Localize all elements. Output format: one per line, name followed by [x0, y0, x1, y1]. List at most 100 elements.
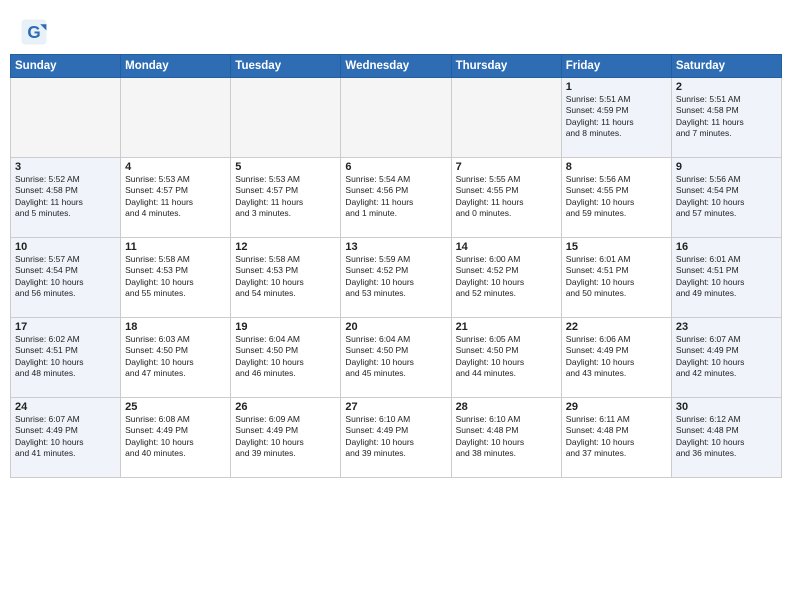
day-number: 22 — [566, 321, 667, 333]
calendar-table: SundayMondayTuesdayWednesdayThursdayFrid… — [10, 54, 782, 478]
day-number: 5 — [235, 161, 336, 173]
weekday-header-thursday: Thursday — [451, 55, 561, 78]
day-info: Sunrise: 5:54 AM Sunset: 4:56 PM Dayligh… — [345, 174, 446, 220]
calendar-cell: 18Sunrise: 6:03 AM Sunset: 4:50 PM Dayli… — [121, 318, 231, 398]
day-info: Sunrise: 6:05 AM Sunset: 4:50 PM Dayligh… — [456, 334, 557, 380]
calendar-cell — [451, 78, 561, 158]
calendar-cell: 20Sunrise: 6:04 AM Sunset: 4:50 PM Dayli… — [341, 318, 451, 398]
calendar-cell: 9Sunrise: 5:56 AM Sunset: 4:54 PM Daylig… — [671, 158, 781, 238]
day-info: Sunrise: 6:01 AM Sunset: 4:51 PM Dayligh… — [676, 254, 777, 300]
calendar-cell: 21Sunrise: 6:05 AM Sunset: 4:50 PM Dayli… — [451, 318, 561, 398]
day-info: Sunrise: 6:00 AM Sunset: 4:52 PM Dayligh… — [456, 254, 557, 300]
calendar-cell: 5Sunrise: 5:53 AM Sunset: 4:57 PM Daylig… — [231, 158, 341, 238]
calendar-cell: 15Sunrise: 6:01 AM Sunset: 4:51 PM Dayli… — [561, 238, 671, 318]
day-info: Sunrise: 5:58 AM Sunset: 4:53 PM Dayligh… — [235, 254, 336, 300]
day-number: 12 — [235, 241, 336, 253]
day-info: Sunrise: 5:52 AM Sunset: 4:58 PM Dayligh… — [15, 174, 116, 220]
calendar-cell: 13Sunrise: 5:59 AM Sunset: 4:52 PM Dayli… — [341, 238, 451, 318]
day-number: 13 — [345, 241, 446, 253]
day-number: 1 — [566, 81, 667, 93]
day-number: 30 — [676, 401, 777, 413]
weekday-header-saturday: Saturday — [671, 55, 781, 78]
day-number: 2 — [676, 81, 777, 93]
svg-text:G: G — [27, 23, 40, 42]
calendar-cell: 26Sunrise: 6:09 AM Sunset: 4:49 PM Dayli… — [231, 398, 341, 478]
day-number: 15 — [566, 241, 667, 253]
calendar-cell: 16Sunrise: 6:01 AM Sunset: 4:51 PM Dayli… — [671, 238, 781, 318]
day-number: 7 — [456, 161, 557, 173]
calendar-cell: 14Sunrise: 6:00 AM Sunset: 4:52 PM Dayli… — [451, 238, 561, 318]
calendar-cell: 10Sunrise: 5:57 AM Sunset: 4:54 PM Dayli… — [11, 238, 121, 318]
day-info: Sunrise: 6:12 AM Sunset: 4:48 PM Dayligh… — [676, 414, 777, 460]
page-header: G — [0, 0, 792, 54]
day-info: Sunrise: 6:04 AM Sunset: 4:50 PM Dayligh… — [235, 334, 336, 380]
calendar-cell: 6Sunrise: 5:54 AM Sunset: 4:56 PM Daylig… — [341, 158, 451, 238]
calendar-wrapper: SundayMondayTuesdayWednesdayThursdayFrid… — [0, 54, 792, 484]
calendar-cell: 30Sunrise: 6:12 AM Sunset: 4:48 PM Dayli… — [671, 398, 781, 478]
calendar-cell: 23Sunrise: 6:07 AM Sunset: 4:49 PM Dayli… — [671, 318, 781, 398]
calendar-cell: 28Sunrise: 6:10 AM Sunset: 4:48 PM Dayli… — [451, 398, 561, 478]
day-info: Sunrise: 6:08 AM Sunset: 4:49 PM Dayligh… — [125, 414, 226, 460]
calendar-cell: 11Sunrise: 5:58 AM Sunset: 4:53 PM Dayli… — [121, 238, 231, 318]
day-number: 6 — [345, 161, 446, 173]
calendar-cell: 2Sunrise: 5:51 AM Sunset: 4:58 PM Daylig… — [671, 78, 781, 158]
day-info: Sunrise: 5:51 AM Sunset: 4:59 PM Dayligh… — [566, 94, 667, 140]
day-info: Sunrise: 6:10 AM Sunset: 4:49 PM Dayligh… — [345, 414, 446, 460]
day-number: 14 — [456, 241, 557, 253]
day-number: 23 — [676, 321, 777, 333]
day-info: Sunrise: 6:06 AM Sunset: 4:49 PM Dayligh… — [566, 334, 667, 380]
day-number: 27 — [345, 401, 446, 413]
day-info: Sunrise: 5:53 AM Sunset: 4:57 PM Dayligh… — [125, 174, 226, 220]
day-number: 25 — [125, 401, 226, 413]
calendar-cell — [231, 78, 341, 158]
calendar-cell: 4Sunrise: 5:53 AM Sunset: 4:57 PM Daylig… — [121, 158, 231, 238]
day-info: Sunrise: 5:53 AM Sunset: 4:57 PM Dayligh… — [235, 174, 336, 220]
day-info: Sunrise: 6:02 AM Sunset: 4:51 PM Dayligh… — [15, 334, 116, 380]
day-info: Sunrise: 6:10 AM Sunset: 4:48 PM Dayligh… — [456, 414, 557, 460]
weekday-header-sunday: Sunday — [11, 55, 121, 78]
day-number: 28 — [456, 401, 557, 413]
day-info: Sunrise: 5:56 AM Sunset: 4:54 PM Dayligh… — [676, 174, 777, 220]
calendar-cell: 25Sunrise: 6:08 AM Sunset: 4:49 PM Dayli… — [121, 398, 231, 478]
day-info: Sunrise: 5:57 AM Sunset: 4:54 PM Dayligh… — [15, 254, 116, 300]
day-info: Sunrise: 6:03 AM Sunset: 4:50 PM Dayligh… — [125, 334, 226, 380]
calendar-cell: 27Sunrise: 6:10 AM Sunset: 4:49 PM Dayli… — [341, 398, 451, 478]
calendar-cell: 3Sunrise: 5:52 AM Sunset: 4:58 PM Daylig… — [11, 158, 121, 238]
day-number: 4 — [125, 161, 226, 173]
logo-icon: G — [20, 18, 48, 46]
weekday-header-friday: Friday — [561, 55, 671, 78]
weekday-header-monday: Monday — [121, 55, 231, 78]
weekday-header-tuesday: Tuesday — [231, 55, 341, 78]
day-number: 10 — [15, 241, 116, 253]
day-number: 26 — [235, 401, 336, 413]
calendar-cell: 1Sunrise: 5:51 AM Sunset: 4:59 PM Daylig… — [561, 78, 671, 158]
logo: G — [20, 18, 52, 46]
calendar-cell: 8Sunrise: 5:56 AM Sunset: 4:55 PM Daylig… — [561, 158, 671, 238]
day-info: Sunrise: 5:56 AM Sunset: 4:55 PM Dayligh… — [566, 174, 667, 220]
day-info: Sunrise: 6:01 AM Sunset: 4:51 PM Dayligh… — [566, 254, 667, 300]
day-info: Sunrise: 6:09 AM Sunset: 4:49 PM Dayligh… — [235, 414, 336, 460]
weekday-header-wednesday: Wednesday — [341, 55, 451, 78]
day-number: 18 — [125, 321, 226, 333]
day-number: 21 — [456, 321, 557, 333]
calendar-cell: 24Sunrise: 6:07 AM Sunset: 4:49 PM Dayli… — [11, 398, 121, 478]
day-number: 20 — [345, 321, 446, 333]
day-number: 29 — [566, 401, 667, 413]
calendar-cell: 22Sunrise: 6:06 AM Sunset: 4:49 PM Dayli… — [561, 318, 671, 398]
calendar-cell: 7Sunrise: 5:55 AM Sunset: 4:55 PM Daylig… — [451, 158, 561, 238]
calendar-cell: 17Sunrise: 6:02 AM Sunset: 4:51 PM Dayli… — [11, 318, 121, 398]
calendar-cell: 29Sunrise: 6:11 AM Sunset: 4:48 PM Dayli… — [561, 398, 671, 478]
day-info: Sunrise: 5:59 AM Sunset: 4:52 PM Dayligh… — [345, 254, 446, 300]
day-info: Sunrise: 6:11 AM Sunset: 4:48 PM Dayligh… — [566, 414, 667, 460]
day-number: 16 — [676, 241, 777, 253]
calendar-cell — [11, 78, 121, 158]
day-info: Sunrise: 6:07 AM Sunset: 4:49 PM Dayligh… — [676, 334, 777, 380]
day-number: 19 — [235, 321, 336, 333]
day-number: 9 — [676, 161, 777, 173]
calendar-cell — [121, 78, 231, 158]
day-info: Sunrise: 6:07 AM Sunset: 4:49 PM Dayligh… — [15, 414, 116, 460]
calendar-cell: 12Sunrise: 5:58 AM Sunset: 4:53 PM Dayli… — [231, 238, 341, 318]
day-number: 24 — [15, 401, 116, 413]
calendar-cell — [341, 78, 451, 158]
day-info: Sunrise: 6:04 AM Sunset: 4:50 PM Dayligh… — [345, 334, 446, 380]
